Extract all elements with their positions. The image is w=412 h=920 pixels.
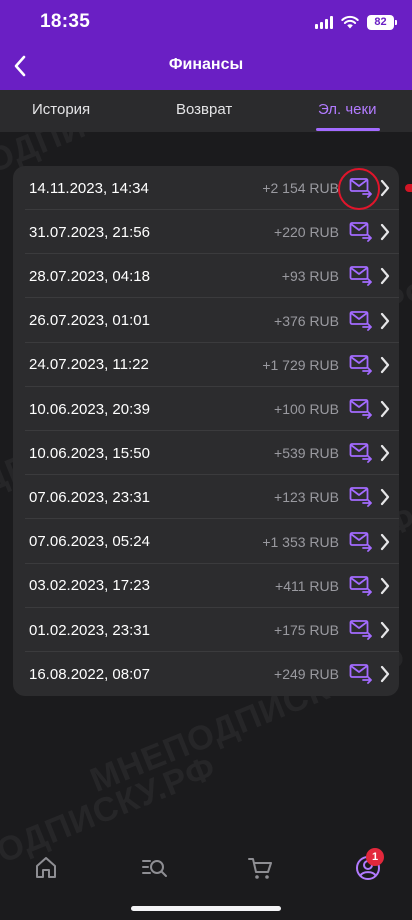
receipt-row[interactable]: 01.02.2023, 23:31 +175 RUB <box>13 608 399 652</box>
tab-refund[interactable]: Возврат <box>176 90 232 132</box>
chevron-right-icon <box>380 489 390 506</box>
receipt-amount: +1 729 RUB <box>262 356 339 373</box>
wifi-icon <box>341 15 359 29</box>
send-email-icon[interactable] <box>349 618 373 640</box>
page-title: Финансы <box>168 56 244 73</box>
chevron-right-icon <box>380 445 390 462</box>
send-email-icon[interactable] <box>349 264 373 287</box>
tab-bar: История Возврат Эл. чеки <box>0 90 412 132</box>
send-email-icon[interactable] <box>349 309 373 331</box>
receipt-amount: +2 154 RUB <box>262 180 339 196</box>
receipt-date: 31.07.2023, 21:56 <box>29 223 150 241</box>
chevron-right-icon <box>380 224 390 241</box>
send-email-icon[interactable] <box>349 574 373 596</box>
receipt-amount: +100 RUB <box>274 401 339 417</box>
receipt-date: 24.07.2023, 11:22 <box>29 356 149 374</box>
home-icon[interactable] <box>32 854 60 882</box>
chevron-right-icon <box>380 666 390 683</box>
receipt-amount: +539 RUB <box>274 445 339 462</box>
status-bar: 18:35 82 <box>0 0 412 44</box>
send-email-icon[interactable] <box>349 485 373 508</box>
chevron-right-icon <box>380 533 390 550</box>
send-email-icon[interactable] <box>349 662 373 685</box>
tab-e-receipts[interactable]: Эл. чеки <box>318 90 376 132</box>
highlight-annotation <box>338 168 380 210</box>
receipt-row[interactable]: 10.06.2023, 20:39 +100 RUB <box>13 387 399 431</box>
receipt-row[interactable]: 26.07.2023, 01:01 +376 RUB <box>13 299 399 343</box>
receipt-row[interactable]: 31.07.2023, 21:56 +220 RUB <box>13 210 399 255</box>
receipt-amount: +220 RUB <box>274 224 339 241</box>
chevron-right-icon <box>380 400 390 418</box>
status-time: 18:35 <box>40 11 91 32</box>
receipt-list: 14.11.2023, 14:34 +2 154 RUB 31.07.2023, 2… <box>13 166 399 696</box>
receipt-date: 01.02.2023, 23:31 <box>29 621 150 639</box>
receipt-amount: +249 RUB <box>274 666 339 683</box>
status-indicators: 82 <box>315 13 397 31</box>
receipt-amount: +123 RUB <box>274 489 339 506</box>
home-indicator <box>131 906 281 911</box>
chevron-right-icon <box>380 312 390 329</box>
nav-bar: Финансы <box>0 44 412 90</box>
tab-history[interactable]: История <box>32 90 90 132</box>
send-email-icon[interactable] <box>349 441 373 464</box>
receipt-date: 10.06.2023, 20:39 <box>29 400 150 418</box>
receipt-row[interactable]: 16.08.2022, 08:07 +249 RUB <box>13 652 399 696</box>
receipt-row[interactable]: 07.06.2023, 23:31 +123 RUB <box>13 475 399 520</box>
send-email-icon[interactable] <box>349 530 373 552</box>
send-email-icon[interactable] <box>349 397 373 419</box>
receipt-amount: +376 RUB <box>274 312 339 329</box>
battery-icon: 82 <box>367 14 397 30</box>
chevron-right-icon <box>380 356 390 373</box>
chevron-right-icon <box>380 268 390 285</box>
receipt-date: 03.02.2023, 17:23 <box>29 577 150 595</box>
receipt-amount: +411 RUB <box>275 577 339 594</box>
search-list-icon[interactable] <box>140 854 168 882</box>
receipt-row[interactable]: 07.06.2023, 05:24 +1 353 RUB <box>13 520 399 564</box>
cart-icon[interactable] <box>246 854 274 882</box>
red-marker-annotation <box>405 184 412 192</box>
app-header: 18:35 82 Финансы <box>0 0 412 90</box>
receipt-row[interactable]: 03.02.2023, 17:23 +411 RUB <box>13 564 399 608</box>
send-email-icon[interactable] <box>349 353 373 375</box>
receipt-row[interactable]: 28.07.2023, 04:18 +93 RUB <box>13 254 399 299</box>
active-tab-indicator <box>316 128 380 131</box>
send-email-icon[interactable] <box>349 220 373 243</box>
receipt-row[interactable]: 10.06.2023, 15:50 +539 RUB <box>13 431 399 476</box>
receipt-date: 28.07.2023, 04:18 <box>29 267 150 285</box>
chevron-right-icon <box>380 179 390 197</box>
receipt-date: 26.07.2023, 01:01 <box>29 312 150 330</box>
receipt-date: 10.06.2023, 15:50 <box>29 444 150 462</box>
receipt-date: 07.06.2023, 23:31 <box>29 488 150 506</box>
receipt-date: 14.11.2023, 14:34 <box>29 179 149 197</box>
chevron-right-icon <box>380 577 390 594</box>
receipt-row[interactable]: 24.07.2023, 11:22 +1 729 RUB <box>13 343 399 387</box>
profile-badge: 1 <box>366 848 384 866</box>
receipt-amount: +93 RUB <box>281 268 339 285</box>
receipt-date: 07.06.2023, 05:24 <box>29 533 150 551</box>
receipt-amount: +1 353 RUB <box>262 533 339 550</box>
signal-icon <box>315 15 333 29</box>
chevron-right-icon <box>380 621 390 639</box>
receipt-date: 16.08.2022, 08:07 <box>29 665 150 683</box>
receipt-amount: +175 RUB <box>274 622 339 638</box>
